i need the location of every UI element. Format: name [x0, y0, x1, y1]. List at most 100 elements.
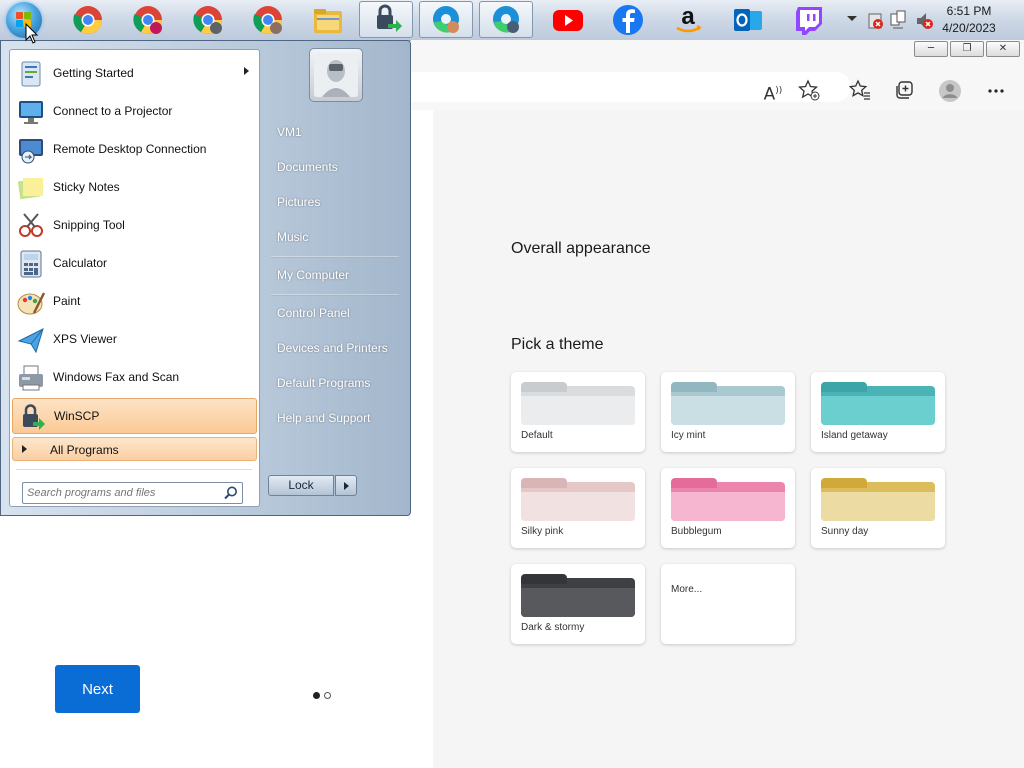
all-programs-label: All Programs — [50, 443, 119, 457]
start-search-box[interactable] — [22, 482, 243, 504]
edge-icon[interactable] — [479, 1, 533, 38]
program-label: Getting Started — [53, 66, 134, 80]
theme-label: Icy mint — [671, 430, 706, 441]
start-right-item-label: Default Programs — [277, 376, 371, 390]
overall-appearance-heading: Overall appearance — [511, 240, 651, 257]
mouse-cursor-icon — [25, 23, 39, 44]
theme-card[interactable]: Default — [511, 372, 645, 452]
getting-started-icon — [16, 59, 46, 89]
facebook-icon[interactable] — [610, 3, 646, 37]
winscp-icon — [17, 402, 47, 432]
program-item[interactable]: Calculator — [12, 246, 257, 282]
projector-icon — [16, 97, 46, 127]
start-right-item[interactable]: Pictures — [269, 187, 405, 217]
theme-card[interactable]: Bubblegum — [661, 468, 795, 548]
programs-list: Getting Started Connect to a Projector Rem… — [9, 49, 260, 507]
appearance-panel: Overall appearance Pick a theme Default I… — [433, 110, 1024, 768]
youtube-icon[interactable] — [550, 3, 586, 37]
folder-preview-icon — [521, 478, 635, 521]
search-icon[interactable] — [223, 485, 239, 501]
program-label: Snipping Tool — [53, 218, 125, 232]
theme-label: Dark & stormy — [521, 622, 585, 633]
read-aloud-icon[interactable]: A)) — [761, 79, 785, 105]
search-input[interactable] — [27, 485, 217, 501]
next-button[interactable]: Next — [55, 665, 140, 713]
add-favorite-icon[interactable] — [797, 79, 821, 103]
start-right-item[interactable]: Devices and Printers — [269, 333, 405, 363]
start-right-item[interactable]: Control Panel — [269, 298, 405, 328]
start-right-item-label: Pictures — [277, 195, 321, 209]
page-dot-active[interactable] — [313, 692, 320, 699]
program-item[interactable]: Sticky Notes — [12, 170, 257, 206]
profile-icon[interactable] — [938, 79, 962, 103]
start-right-item-label: My Computer — [277, 268, 350, 282]
theme-card[interactable]: Island getaway — [811, 372, 945, 452]
program-label: Sticky Notes — [53, 180, 120, 194]
user-avatar[interactable] — [309, 48, 363, 102]
theme-card[interactable]: Sunny day — [811, 468, 945, 548]
start-right-item[interactable]: Music — [269, 222, 405, 252]
folder-preview-icon — [671, 478, 785, 521]
page-dot[interactable] — [324, 692, 331, 699]
theme-card[interactable]: Silky pink — [511, 468, 645, 548]
amazon-icon[interactable]: a — [670, 3, 706, 37]
start-right-item[interactable]: Help and Support — [269, 403, 405, 433]
theme-card[interactable]: Dark & stormy — [511, 564, 645, 644]
collections-icon[interactable] — [892, 79, 916, 103]
calculator-icon — [16, 249, 46, 279]
clock-date: 4/20/2023 — [942, 21, 996, 35]
program-item[interactable]: Snipping Tool — [12, 208, 257, 244]
xps-viewer-icon — [16, 325, 46, 355]
program-label: Calculator — [53, 256, 108, 270]
theme-label: Island getaway — [821, 430, 888, 441]
restore-button[interactable]: ❐ — [950, 41, 984, 57]
more-icon[interactable] — [984, 79, 1008, 103]
chrome-icon[interactable] — [70, 3, 106, 37]
program-item[interactable]: Windows Fax and Scan — [12, 360, 257, 396]
program-item[interactable]: Paint — [12, 284, 257, 320]
outlook-icon[interactable] — [730, 3, 766, 37]
sticky-notes-icon — [16, 173, 46, 203]
lock-button[interactable]: Lock — [268, 475, 334, 496]
program-label: Remote Desktop Connection — [53, 142, 207, 156]
more-themes-card[interactable]: More... — [661, 564, 795, 644]
program-item[interactable]: WinSCP — [12, 398, 257, 434]
shutdown-options-button[interactable] — [335, 475, 357, 496]
minimize-button[interactable]: ─ — [914, 41, 948, 57]
program-item[interactable]: XPS Viewer — [12, 322, 257, 358]
start-right-item-label: Documents — [277, 160, 338, 174]
start-right-item-label: VM1 — [277, 125, 302, 139]
chrome-profile-icon[interactable] — [190, 3, 226, 37]
submenu-arrow-icon — [244, 67, 249, 75]
folder-preview-icon — [821, 382, 935, 425]
theme-card[interactable]: Icy mint — [661, 372, 795, 452]
taskbar-clock[interactable]: 6:51 PM 4/20/2023 — [934, 3, 1004, 37]
winscp-icon[interactable] — [359, 1, 413, 38]
start-right-item[interactable]: Default Programs — [269, 368, 405, 398]
edge-profile-icon[interactable] — [419, 1, 473, 38]
remote-desktop-icon — [16, 135, 46, 165]
divider — [271, 256, 399, 258]
program-label: WinSCP — [54, 409, 100, 423]
favorites-icon[interactable] — [848, 79, 872, 103]
start-right-item[interactable]: VM1 — [269, 117, 405, 147]
more-themes-label: More... — [671, 584, 703, 595]
chrome-profile-icon[interactable] — [250, 3, 286, 37]
start-right-item[interactable]: Documents — [269, 152, 405, 182]
close-button[interactable]: ✕ — [986, 41, 1020, 57]
chrome-profile-icon[interactable] — [130, 3, 166, 37]
program-item[interactable]: Remote Desktop Connection — [12, 132, 257, 168]
snipping-tool-icon — [16, 211, 46, 241]
fax-scan-icon — [16, 363, 46, 393]
program-item[interactable]: Getting Started — [12, 56, 257, 92]
pick-theme-heading: Pick a theme — [511, 336, 604, 353]
divider — [16, 469, 252, 470]
program-label: Windows Fax and Scan — [53, 370, 180, 384]
address-bar[interactable] — [411, 72, 851, 102]
file-explorer-icon[interactable] — [310, 3, 346, 37]
window-controls: ─ ❐ ✕ — [914, 41, 1020, 57]
twitch-icon[interactable] — [790, 3, 826, 37]
start-right-item[interactable]: My Computer — [269, 260, 405, 290]
all-programs-button[interactable]: All Programs — [12, 437, 257, 461]
program-item[interactable]: Connect to a Projector — [12, 94, 257, 130]
